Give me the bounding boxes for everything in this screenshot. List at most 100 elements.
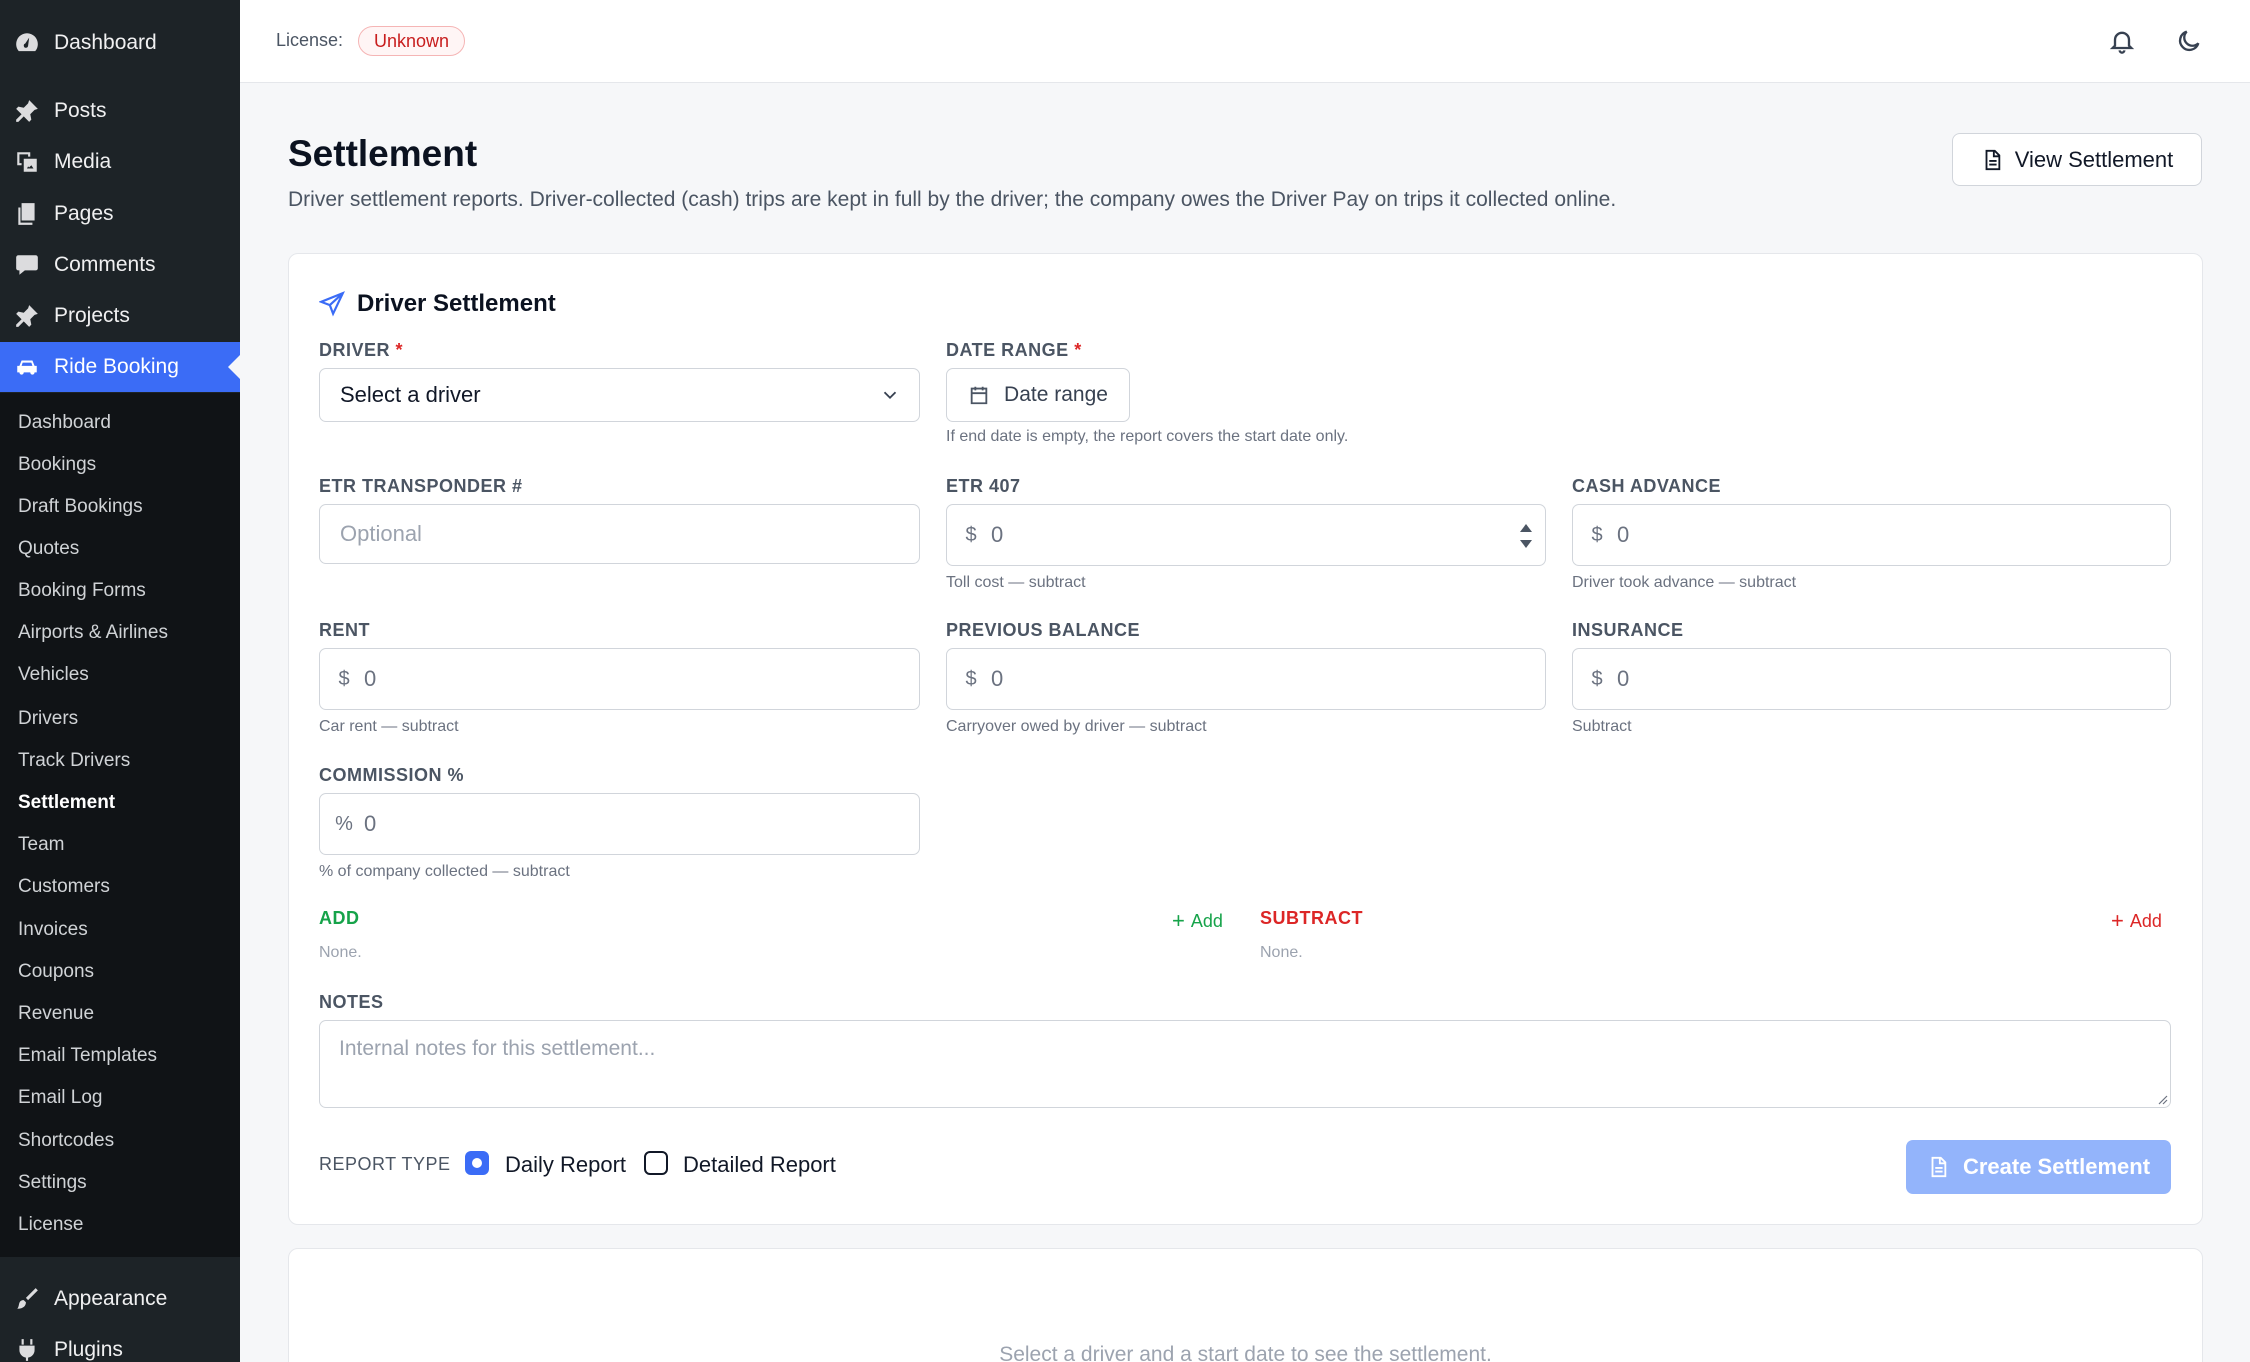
etr-407-hint: Toll cost — subtract bbox=[946, 574, 1086, 591]
plus-icon: + bbox=[1172, 908, 1185, 933]
top-bar: License: Unknown bbox=[240, 0, 2250, 83]
sidebar-item-plugins[interactable]: Plugins bbox=[0, 1325, 240, 1362]
submenu-item-vehicles[interactable]: Vehicles bbox=[18, 660, 89, 690]
brush-icon bbox=[14, 1286, 40, 1312]
daily-report-radio[interactable] bbox=[465, 1151, 489, 1175]
submenu-item-invoices[interactable]: Invoices bbox=[18, 915, 88, 945]
pages-icon bbox=[14, 201, 40, 227]
submenu-item-team[interactable]: Team bbox=[18, 830, 64, 860]
etr-transponder-label: ETR TRANSPONDER # bbox=[319, 476, 523, 496]
driver-select[interactable]: Select a driver bbox=[319, 368, 920, 422]
submenu-item-email-log[interactable]: Email Log bbox=[18, 1083, 103, 1113]
plus-icon: + bbox=[2111, 908, 2124, 933]
submenu-item-email-templates[interactable]: Email Templates bbox=[18, 1041, 157, 1071]
page-title: Settlement bbox=[288, 133, 478, 174]
add-item-button[interactable]: + Add bbox=[1172, 908, 1223, 934]
previous-balance-input[interactable]: $ 0 bbox=[946, 648, 1546, 710]
document-icon bbox=[1931, 1156, 1947, 1178]
submenu-item-booking-forms[interactable]: Booking Forms bbox=[18, 576, 146, 606]
detailed-report-radio[interactable] bbox=[644, 1151, 668, 1175]
rent-input[interactable]: $ 0 bbox=[319, 648, 920, 710]
commission-label: COMMISSION % bbox=[319, 765, 465, 785]
rent-label: RENT bbox=[319, 620, 370, 640]
ride-booking-submenu: Dashboard Bookings Draft Bookings Quotes… bbox=[0, 393, 240, 1257]
license-status-badge: Unknown bbox=[358, 26, 466, 56]
notes-textarea[interactable]: Internal notes for this settlement... bbox=[319, 1020, 2171, 1108]
card-title: Driver Settlement bbox=[319, 290, 556, 318]
etr-407-label: ETR 407 bbox=[946, 476, 1021, 496]
chevron-down-icon bbox=[883, 391, 897, 400]
daily-report-label[interactable]: Daily Report bbox=[505, 1152, 626, 1178]
sidebar-item-projects[interactable]: Projects bbox=[0, 291, 240, 341]
dashboard-icon bbox=[14, 30, 40, 56]
subtract-section-label: SUBTRACT bbox=[1260, 908, 1363, 928]
submenu-item-draft-bookings[interactable]: Draft Bookings bbox=[18, 492, 143, 522]
document-icon bbox=[1985, 149, 2000, 170]
submenu-item-license[interactable]: License bbox=[18, 1210, 84, 1240]
commission-input[interactable]: % 0 bbox=[319, 793, 920, 855]
previous-balance-label: PREVIOUS BALANCE bbox=[946, 620, 1141, 640]
admin-sidebar: Dashboard Posts Media Pages Comments Pro… bbox=[0, 0, 240, 1362]
detailed-report-label[interactable]: Detailed Report bbox=[683, 1152, 836, 1178]
submenu-item-bookings[interactable]: Bookings bbox=[18, 450, 96, 480]
submenu-item-shortcodes[interactable]: Shortcodes bbox=[18, 1126, 114, 1156]
create-settlement-button[interactable]: Create Settlement bbox=[1906, 1140, 2171, 1194]
add-section-label: ADD bbox=[319, 908, 360, 928]
submenu-item-settings[interactable]: Settings bbox=[18, 1168, 87, 1198]
report-type-label: REPORT TYPE bbox=[319, 1154, 451, 1174]
submenu-item-track-drivers[interactable]: Track Drivers bbox=[18, 746, 130, 776]
resize-handle-icon[interactable] bbox=[2156, 1093, 2168, 1105]
sidebar-item-pages[interactable]: Pages bbox=[0, 189, 240, 239]
submenu-item-customers[interactable]: Customers bbox=[18, 872, 110, 902]
etr-transponder-input[interactable]: Optional bbox=[319, 504, 920, 564]
add-subtract-item-button[interactable]: + Add bbox=[2111, 908, 2162, 934]
sidebar-item-comments[interactable]: Comments bbox=[0, 240, 240, 290]
comment-icon bbox=[14, 252, 40, 278]
commission-hint: % of company collected — subtract bbox=[319, 863, 570, 880]
subtract-empty-text: None. bbox=[1260, 944, 1303, 961]
etr-407-input[interactable]: $ 0 bbox=[946, 504, 1546, 566]
previous-balance-hint: Carryover owed by driver — subtract bbox=[946, 718, 1207, 735]
submenu-item-airports-airlines[interactable]: Airports & Airlines bbox=[18, 618, 168, 648]
empty-state-message: Select a driver and a start date to see … bbox=[999, 1343, 1492, 1362]
calendar-icon bbox=[970, 386, 988, 405]
date-range-label: DATE RANGE * bbox=[946, 340, 1082, 360]
settlement-result-card: Select a driver and a start date to see … bbox=[288, 1248, 2203, 1362]
submenu-item-dashboard[interactable]: Dashboard bbox=[18, 408, 111, 438]
sidebar-item-appearance[interactable]: Appearance bbox=[0, 1274, 240, 1324]
media-icon bbox=[14, 149, 40, 175]
sidebar-item-dashboard[interactable]: Dashboard bbox=[0, 18, 240, 68]
add-empty-text: None. bbox=[319, 944, 362, 961]
cash-advance-input[interactable]: $ 0 bbox=[1572, 504, 2171, 566]
page-subtitle: Driver settlement reports. Driver-collec… bbox=[288, 188, 1617, 211]
number-spinner-icon[interactable] bbox=[1519, 521, 1533, 551]
pin-icon bbox=[14, 303, 40, 329]
pin-icon bbox=[14, 98, 40, 124]
car-icon bbox=[14, 354, 40, 380]
submenu-item-drivers[interactable]: Drivers bbox=[18, 704, 78, 734]
driver-label: DRIVER * bbox=[319, 340, 404, 360]
notes-label: NOTES bbox=[319, 992, 384, 1012]
bell-icon[interactable] bbox=[2105, 24, 2139, 58]
insurance-hint: Subtract bbox=[1572, 718, 1632, 735]
moon-icon[interactable] bbox=[2172, 24, 2206, 58]
cash-advance-label: CASH ADVANCE bbox=[1572, 476, 1722, 496]
driver-settlement-card: Driver Settlement DRIVER * Select a driv… bbox=[288, 253, 2203, 1225]
cash-advance-hint: Driver took advance — subtract bbox=[1572, 574, 1797, 591]
submenu-item-coupons[interactable]: Coupons bbox=[18, 957, 94, 987]
submenu-item-settlement[interactable]: Settlement bbox=[18, 788, 115, 818]
plugin-icon bbox=[14, 1337, 40, 1362]
date-range-picker[interactable]: Date range bbox=[946, 368, 1130, 422]
view-settlement-button[interactable]: View Settlement bbox=[1952, 133, 2202, 186]
submenu-item-revenue[interactable]: Revenue bbox=[18, 999, 94, 1029]
submenu-item-quotes[interactable]: Quotes bbox=[18, 534, 79, 564]
send-icon bbox=[319, 291, 345, 317]
date-range-hint: If end date is empty, the report covers … bbox=[946, 428, 1349, 445]
sidebar-item-posts[interactable]: Posts bbox=[0, 86, 240, 136]
insurance-input[interactable]: $ 0 bbox=[1572, 648, 2171, 710]
sidebar-item-media[interactable]: Media bbox=[0, 137, 240, 187]
license-label: License: bbox=[276, 30, 344, 50]
insurance-label: INSURANCE bbox=[1572, 620, 1684, 640]
rent-hint: Car rent — subtract bbox=[319, 718, 459, 735]
sidebar-item-ride-booking[interactable]: Ride Booking bbox=[0, 342, 240, 392]
